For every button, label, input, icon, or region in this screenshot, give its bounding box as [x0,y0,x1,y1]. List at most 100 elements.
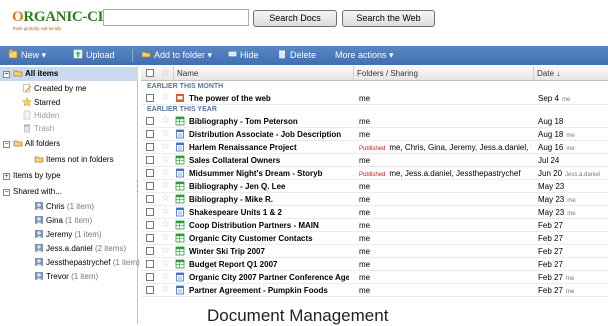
table-row[interactable]: ☆ Winter Ski Trip 2007 me Feb 27 [141,245,608,258]
row-checkbox[interactable] [146,195,154,203]
sidebar-item-all-items[interactable]: − All items [3,67,58,80]
document-name[interactable]: Harlem Renaissance Project [189,141,349,154]
sidebar-item-person[interactable]: Jeremy (1 item) [34,228,102,241]
sidebar-item-hidden[interactable]: Hidden [22,109,59,122]
star-toggle-icon[interactable]: ☆ [161,232,170,244]
collapse-icon[interactable]: − [3,71,10,78]
sidebar-item-person[interactable]: Chris (1 item) [34,200,94,213]
sidebar-item-person[interactable]: Gina (1 item) [34,214,92,227]
row-checkbox[interactable] [146,117,154,125]
sharing-text: me [359,247,371,256]
delete-button[interactable]: Delete [277,46,316,65]
collapse-icon[interactable]: − [3,141,10,148]
table-row[interactable]: ☆ Organic City Customer Contacts me Feb 27 [141,232,608,245]
star-toggle-icon[interactable]: ☆ [161,245,170,257]
hide-button[interactable]: Hide [227,46,259,65]
document-name[interactable]: Bibliography - Mike R. [189,193,349,206]
row-checkbox[interactable] [146,208,154,216]
star-toggle-icon[interactable]: ☆ [161,219,170,231]
sidebar-item-not-in-folders[interactable]: Items not in folders [34,153,114,166]
document-name[interactable]: Organic City 2007 Partner Conference Age… [189,271,349,284]
sidebar-item-person[interactable]: Jessthepastrychef (1 item) [34,256,140,269]
table-row[interactable]: ☆ The power of the web me Sep 4 me [141,92,608,105]
document-name[interactable]: Sales Collateral Owners [189,154,349,167]
star-toggle-icon[interactable]: ☆ [161,284,170,296]
sidebar-item-shared-with[interactable]: − Shared with... [3,185,62,198]
sharing-text: me, Jess.a.daniel, Jessthepastrychef [389,169,521,178]
row-checkbox[interactable] [146,156,154,164]
row-checkbox[interactable] [146,247,154,255]
collapse-icon[interactable]: − [3,189,10,196]
sidebar-item-trash[interactable]: Trash [22,122,54,135]
table-row[interactable]: ☆ Bibliography - Mike R. me May 23 me [141,193,608,206]
row-checkbox[interactable] [146,130,154,138]
star-toggle-icon[interactable]: ☆ [161,154,170,166]
hidden-doc-icon [22,110,32,120]
sidebar-item-items-by-type[interactable]: + Items by type [3,169,61,182]
sidebar-item-starred[interactable]: Starred [22,96,60,109]
star-toggle-icon[interactable]: ☆ [161,258,170,270]
sidebar-item-person[interactable]: Trevor (1 item) [34,270,98,283]
star-toggle-icon[interactable]: ☆ [161,271,170,283]
select-all-checkbox[interactable] [146,66,154,81]
modified-by: me [561,97,571,103]
row-checkbox[interactable] [146,169,154,177]
table-row[interactable]: ☆ Distribution Associate - Job Descriptio… [141,128,608,141]
row-checkbox[interactable] [146,286,154,294]
add-to-folder-button[interactable]: Add to folder ▾ [141,46,212,65]
row-checkbox[interactable] [146,234,154,242]
table-row[interactable]: ☆ Organic City 2007 Partner Conference Ag… [141,271,608,284]
search-input[interactable] [103,9,249,26]
table-row[interactable]: ☆ Coop Distribution Partners - MAIN me Feb … [141,219,608,232]
star-toggle-icon[interactable]: ☆ [161,92,170,104]
table-row[interactable]: ☆ Harlem Renaissance Project Published me, … [141,141,608,154]
row-checkbox[interactable] [146,143,154,151]
star-toggle-icon[interactable]: ☆ [161,180,170,192]
upload-button[interactable]: Upload [73,46,115,65]
table-row[interactable]: ☆ Sales Collateral Owners me Jul 24 [141,154,608,167]
table-row[interactable]: ☆ Shakespeare Units 1 & 2 me May 23 me [141,206,608,219]
document-name[interactable]: Distribution Associate - Job Description [189,128,349,141]
row-checkbox[interactable] [146,182,154,190]
organic-city-logo[interactable]: ORGANIC-CITY think globally, eat locally [12,9,124,33]
sidebar-item-all-folders[interactable]: − All folders [3,137,60,150]
row-checkbox[interactable] [146,221,154,229]
sidebar-item-person[interactable]: Jess.a.daniel (2 items) [34,242,126,255]
search-web-button[interactable]: Search the Web [342,10,435,27]
document-name[interactable]: Bibliography - Jen Q. Lee [189,180,349,193]
column-header-date[interactable]: Date ↓ [537,66,560,81]
column-header-folders[interactable]: Folders / Sharing [357,66,418,81]
header-star-icon[interactable]: ☆ [161,66,170,81]
sidebar-item-created-by-me[interactable]: Created by me [22,82,86,95]
table-row[interactable]: ☆ Partner Agreement - Pumpkin Foods me Feb … [141,284,608,297]
pane-splitter-handle[interactable] [136,178,139,194]
table-row[interactable]: ☆ Midsummer Night's Dream - Storyb Publish… [141,167,608,180]
table-row[interactable]: ☆ Budget Report Q1 2007 me Feb 27 [141,258,608,271]
sharing-cell: me [359,193,531,206]
row-checkbox[interactable] [146,260,154,268]
document-name[interactable]: The power of the web [189,92,349,105]
search-docs-button[interactable]: Search Docs [253,10,337,27]
star-toggle-icon[interactable]: ☆ [161,193,170,205]
row-checkbox[interactable] [146,273,154,281]
star-toggle-icon[interactable]: ☆ [161,141,170,153]
document-name[interactable]: Shakespeare Units 1 & 2 [189,206,349,219]
table-row[interactable]: ☆ Bibliography - Jen Q. Lee me May 23 [141,180,608,193]
document-name[interactable]: Partner Agreement - Pumpkin Foods [189,284,349,297]
star-toggle-icon[interactable]: ☆ [161,206,170,218]
star-toggle-icon[interactable]: ☆ [161,115,170,127]
document-name[interactable]: Coop Distribution Partners - MAIN [189,219,349,232]
row-checkbox[interactable] [146,94,154,102]
star-toggle-icon[interactable]: ☆ [161,167,170,179]
table-row[interactable]: ☆ Bibliography - Tom Peterson me Aug 18 [141,115,608,128]
document-name[interactable]: Budget Report Q1 2007 [189,258,349,271]
document-name[interactable]: Winter Ski Trip 2007 [189,245,349,258]
document-name[interactable]: Midsummer Night's Dream - Storyb [189,167,349,180]
column-header-name[interactable]: Name [177,66,198,81]
document-name[interactable]: Organic City Customer Contacts [189,232,349,245]
document-name[interactable]: Bibliography - Tom Peterson [189,115,349,128]
new-menu-button[interactable]: New ▾ [8,46,46,65]
more-actions-button[interactable]: More actions ▾ [335,46,394,65]
star-toggle-icon[interactable]: ☆ [161,128,170,140]
expand-icon[interactable]: + [3,173,10,180]
